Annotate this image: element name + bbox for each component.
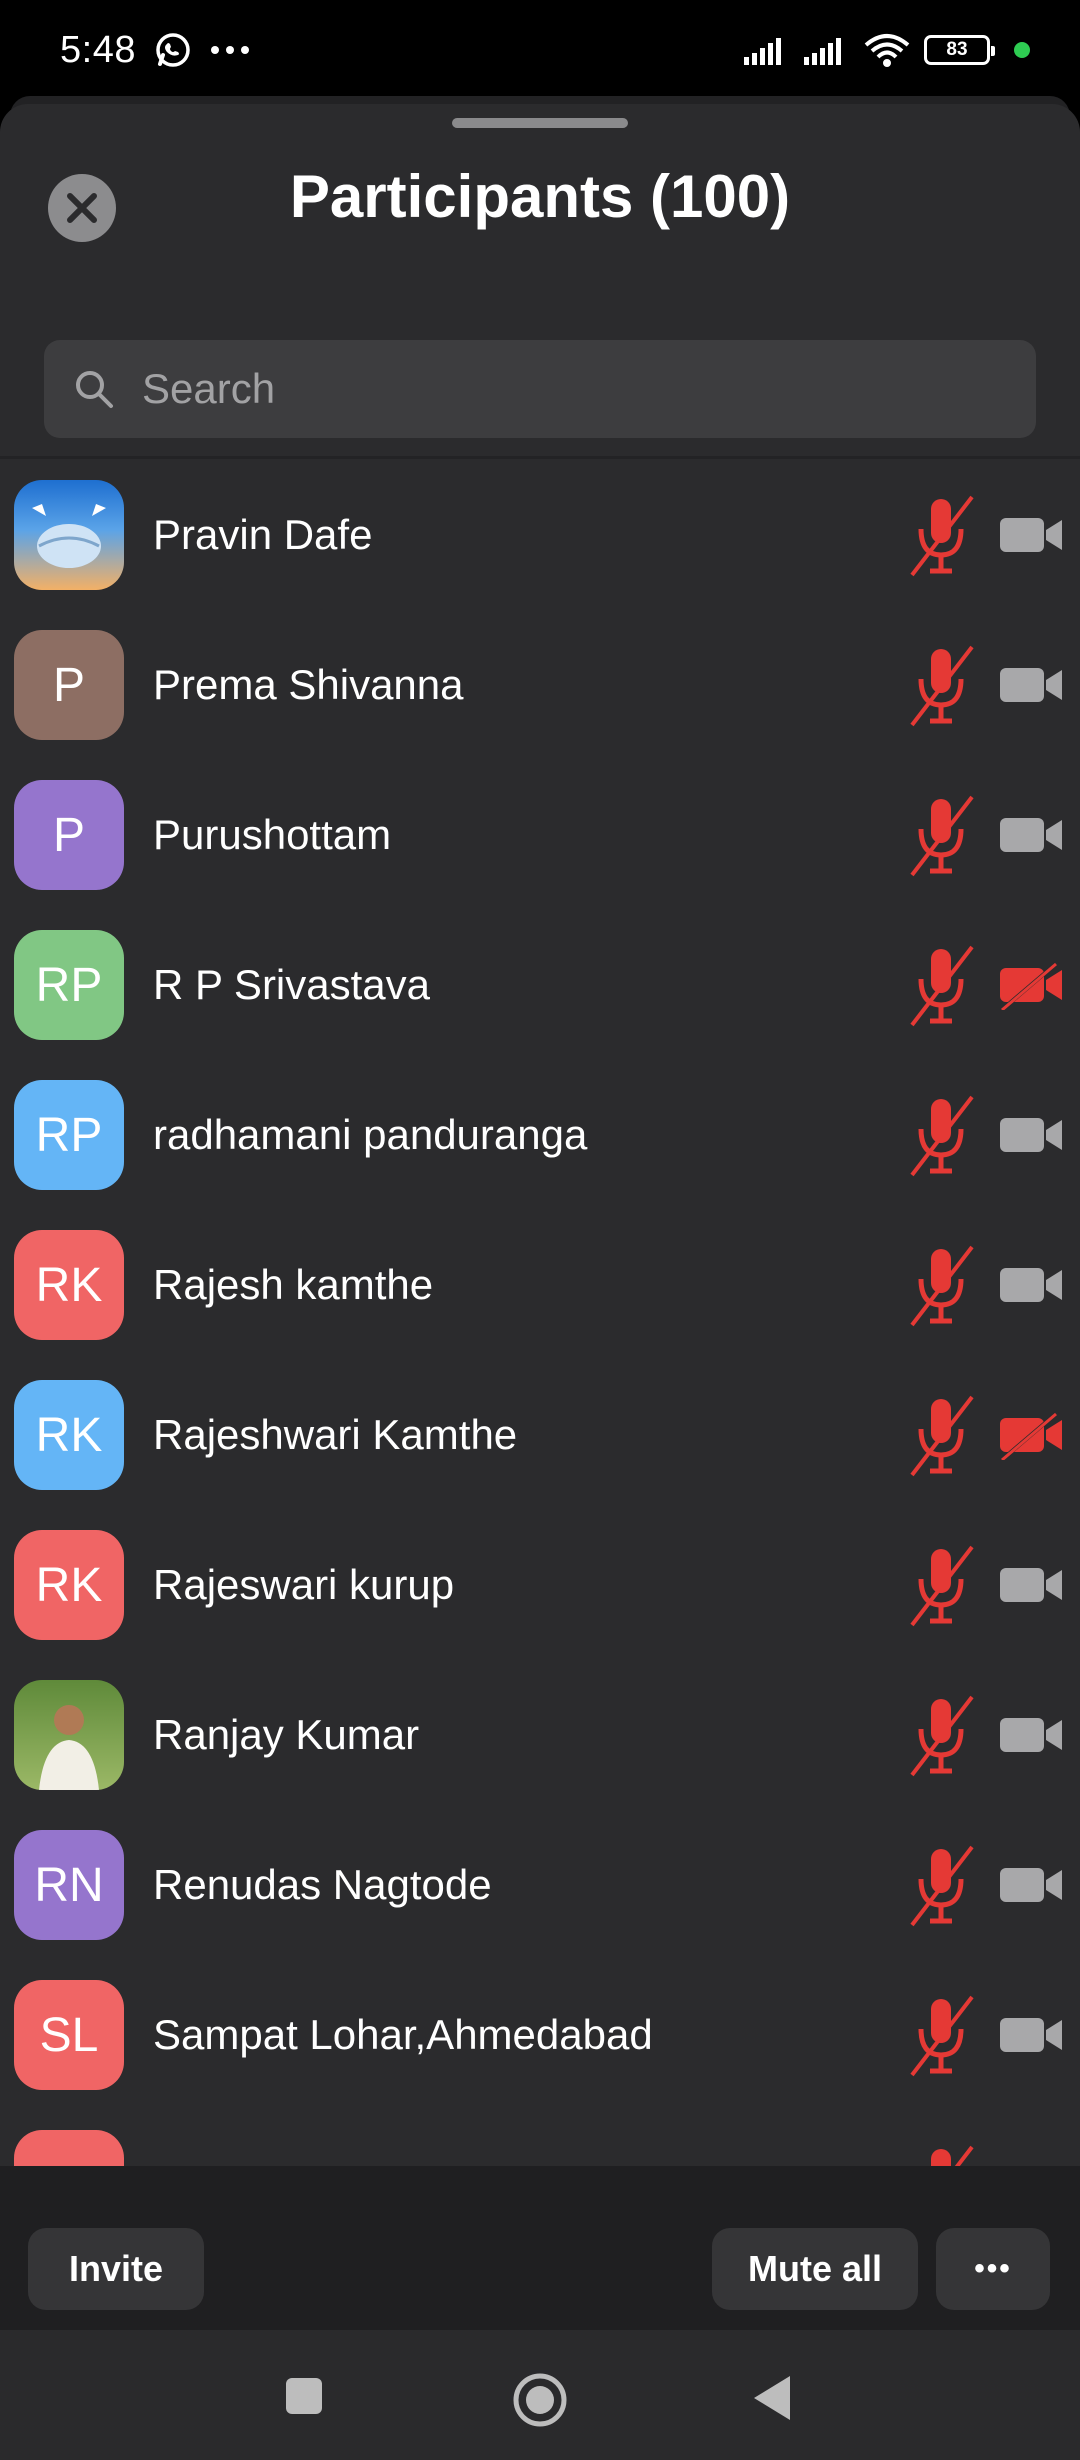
avatar-initials: P xyxy=(52,808,85,862)
avatar: RN xyxy=(14,1830,124,1940)
participant-name: R P Srivastava xyxy=(153,961,430,1008)
avatar-initials: P xyxy=(52,658,85,712)
avatar: RP xyxy=(14,930,124,1040)
status-bar: 5:48 83 xyxy=(0,0,1080,100)
video-icon[interactable] xyxy=(998,510,1064,560)
video-icon[interactable] xyxy=(998,1710,1064,1760)
video-icon[interactable] xyxy=(998,1110,1064,1160)
invite-button[interactable]: Invite xyxy=(28,2228,204,2310)
mic-muted-icon[interactable] xyxy=(906,1093,976,1179)
participant-row[interactable]: Ranjay Kumar xyxy=(0,1660,1080,1810)
divider xyxy=(0,456,1080,459)
mute-all-button[interactable]: Mute all xyxy=(712,2228,918,2310)
screen: 5:48 83 Participants (100) Search Pravin… xyxy=(0,0,1080,2460)
participants-sheet: Participants (100) Search Pravin Dafe P Pr… xyxy=(0,104,1080,2334)
participant-name: Rajesh kamthe xyxy=(153,1261,434,1308)
mic-muted-icon[interactable] xyxy=(906,1243,976,1329)
participant-name: Prema Shivanna xyxy=(153,661,464,708)
participant-name: Pravin Dafe xyxy=(153,511,373,558)
mic-muted-icon[interactable] xyxy=(906,1393,976,1479)
participant-row[interactable]: SL Sampat Lohar,Ahmedabad xyxy=(0,1960,1080,2110)
mic-muted-icon[interactable] xyxy=(906,1543,976,1629)
whatsapp-icon xyxy=(156,33,190,67)
avatar-initials: RK xyxy=(35,1408,103,1462)
status-time: 5:48 xyxy=(60,28,136,71)
avatar: RP xyxy=(14,1080,124,1190)
avatar-photo-icon xyxy=(32,504,106,568)
avatar-initials: SL xyxy=(39,2008,99,2062)
avatar-photo-icon xyxy=(39,1705,99,1790)
recent-apps-icon[interactable] xyxy=(284,2376,324,2416)
wifi-icon xyxy=(864,34,910,67)
page-title: Participants (100) xyxy=(289,163,791,230)
participant-name: Sampat Lohar,Ahmedabad xyxy=(153,2011,653,2058)
mic-muted-icon[interactable] xyxy=(906,943,976,1029)
participant-row[interactable]: RK Rajesh kamthe xyxy=(0,1210,1080,1360)
search-placeholder: Search xyxy=(142,365,276,412)
participant-name: Rajeswari kurup xyxy=(153,1561,455,1608)
mic-muted-icon[interactable] xyxy=(906,1993,976,2079)
participant-name: Rajeshwari Kamthe xyxy=(153,1411,518,1458)
video-icon[interactable] xyxy=(998,1260,1064,1310)
participant-name: Purushottam xyxy=(153,811,392,858)
back-icon[interactable] xyxy=(752,2374,792,2422)
participant-name: radhamani panduranga xyxy=(153,1111,588,1158)
signal-icon-2 xyxy=(804,38,841,65)
video-off-icon[interactable] xyxy=(998,1410,1064,1460)
avatar: P xyxy=(14,630,124,740)
participant-row[interactable]: RP R P Srivastava xyxy=(0,910,1080,1060)
participant-row[interactable]: RK Rajeswari kurup xyxy=(0,1510,1080,1660)
avatar: RK xyxy=(14,1380,124,1490)
avatar: P xyxy=(14,780,124,890)
avatar-initials: RK xyxy=(35,1558,103,1612)
system-nav-bar xyxy=(0,2330,1080,2460)
home-icon[interactable] xyxy=(512,2372,568,2428)
video-icon[interactable] xyxy=(998,1560,1064,1610)
video-icon[interactable] xyxy=(998,810,1064,860)
search-input[interactable]: Search xyxy=(44,340,1036,438)
video-icon[interactable] xyxy=(998,2010,1064,2060)
mic-muted-icon[interactable] xyxy=(906,1693,976,1779)
participant-row[interactable]: P Purushottam xyxy=(0,760,1080,910)
footer-bar: Invite Mute all ••• xyxy=(0,2166,1080,2330)
participant-row[interactable]: P Prema Shivanna xyxy=(0,610,1080,760)
participant-name: Renudas Nagtode xyxy=(153,1861,492,1908)
participant-row[interactable]: Pravin Dafe xyxy=(0,460,1080,610)
avatar: RK xyxy=(14,1230,124,1340)
video-off-icon[interactable] xyxy=(998,960,1064,1010)
drag-handle[interactable] xyxy=(452,118,628,128)
mic-muted-icon[interactable] xyxy=(906,493,976,579)
video-icon[interactable] xyxy=(998,660,1064,710)
avatar-initials: RN xyxy=(34,1858,104,1912)
video-icon[interactable] xyxy=(998,1860,1064,1910)
search-icon xyxy=(76,371,113,408)
avatar: RK xyxy=(14,1530,124,1640)
avatar-initials: RP xyxy=(35,958,103,1012)
mic-muted-icon[interactable] xyxy=(906,1843,976,1929)
more-notifications-icon xyxy=(210,46,249,54)
avatar-initials: RP xyxy=(35,1108,103,1162)
mic-muted-icon[interactable] xyxy=(906,793,976,879)
mic-muted-icon[interactable] xyxy=(906,643,976,729)
participant-row[interactable]: RP radhamani panduranga xyxy=(0,1060,1080,1210)
participant-name: Ranjay Kumar xyxy=(153,1711,420,1758)
signal-icon xyxy=(744,38,781,65)
participant-row[interactable]: RK Rajeshwari Kamthe xyxy=(0,1360,1080,1510)
avatar xyxy=(14,480,124,590)
participant-list: Pravin Dafe P Prema Shivanna P Purushottam RP… xyxy=(0,460,1080,2270)
more-options-button[interactable]: ••• xyxy=(936,2228,1050,2310)
avatar: SL xyxy=(14,1980,124,2090)
participant-row[interactable]: RN Renudas Nagtode xyxy=(0,1810,1080,1960)
privacy-indicator xyxy=(1014,42,1030,58)
battery-indicator: 83 xyxy=(924,35,995,65)
avatar xyxy=(14,1680,124,1790)
avatar-initials: RK xyxy=(35,1258,103,1312)
